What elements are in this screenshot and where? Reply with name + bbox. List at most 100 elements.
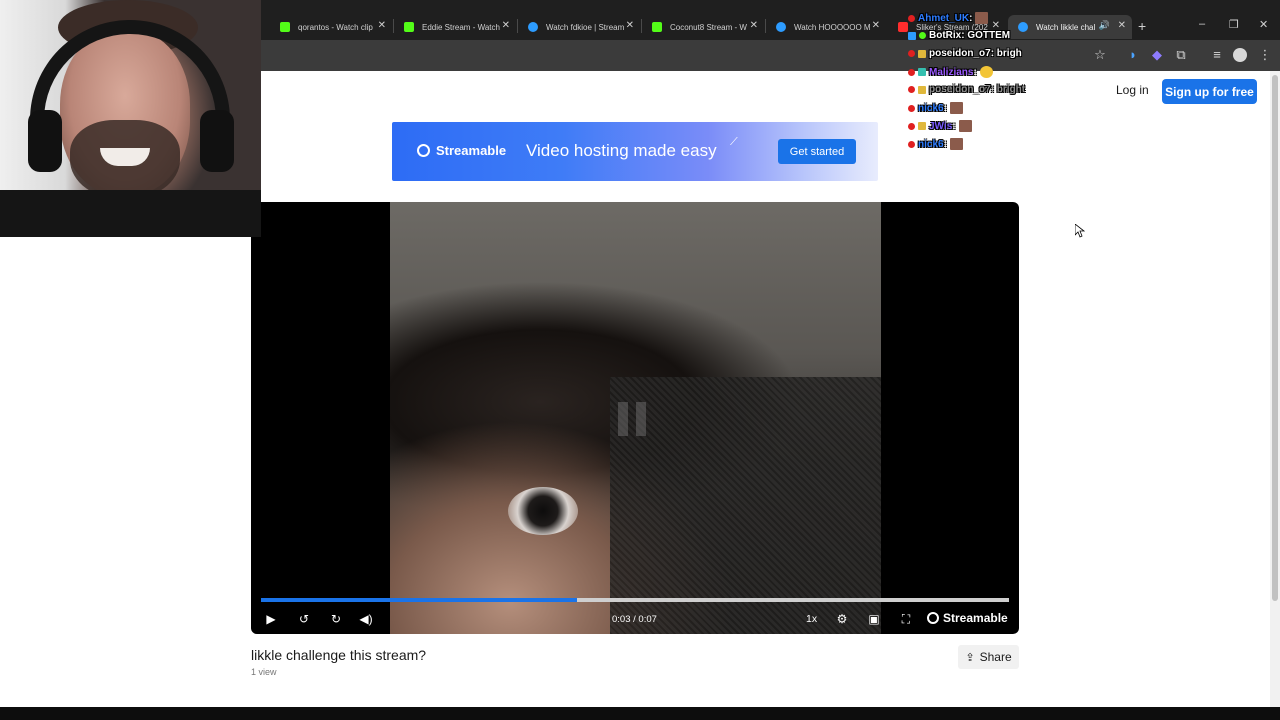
close-icon[interactable]: ✕ bbox=[502, 20, 510, 31]
play-icon[interactable]: ▶ bbox=[262, 610, 280, 628]
streamable-icon bbox=[1018, 22, 1028, 32]
bot-badge-icon bbox=[908, 31, 916, 40]
chat-message: BotRix : GOTTEM bbox=[908, 30, 1010, 41]
forward-icon[interactable]: ↻ bbox=[327, 610, 345, 628]
tab-label: qorantos - Watch clip bbox=[298, 22, 373, 32]
chat-user: poseidon_o7 bbox=[929, 84, 991, 95]
window-close-button[interactable]: ✕ bbox=[1259, 18, 1268, 31]
emote-icon bbox=[949, 102, 963, 114]
chat-user: BotRix bbox=[929, 30, 962, 41]
close-icon[interactable]: ✕ bbox=[1118, 20, 1126, 31]
chat-user: nick6 bbox=[918, 138, 944, 150]
video-progress-fill bbox=[261, 598, 577, 602]
chat-message: nick6 : bbox=[908, 102, 963, 114]
headset-right-cup bbox=[200, 110, 234, 172]
browser-tab[interactable]: Coconut8 Stream - W ✕ bbox=[642, 15, 764, 39]
profile-avatar[interactable] bbox=[1233, 48, 1247, 62]
extension-shield-icon[interactable]: ◆ bbox=[1149, 47, 1165, 63]
chat-user: Ahmet_UK bbox=[918, 12, 970, 24]
extension-icon[interactable]: ◗ bbox=[1125, 47, 1141, 63]
chat-message: poseidon_o7 : brigh bbox=[908, 48, 1022, 59]
emote-icon bbox=[975, 12, 989, 24]
browser-tab[interactable]: Eddie Stream - Watch ✕ bbox=[394, 15, 516, 39]
get-started-button[interactable]: Get started bbox=[778, 139, 856, 164]
chat-message: poseidon_o7 : bright bbox=[908, 84, 1025, 95]
sub-badge-icon bbox=[918, 122, 926, 130]
signup-button[interactable]: Sign up for free bbox=[1162, 79, 1257, 104]
player-brand-label: Streamable bbox=[943, 611, 1008, 625]
badge-icon bbox=[908, 140, 915, 148]
chat-text: : bbox=[943, 138, 947, 150]
new-tab-button[interactable]: + bbox=[1138, 18, 1146, 34]
chat-message: Malizians : bbox=[908, 66, 993, 78]
sub-badge-icon bbox=[918, 68, 926, 76]
share-button[interactable]: ⇪ Share bbox=[958, 645, 1019, 669]
chat-message: JWis : bbox=[908, 120, 972, 132]
extensions-puzzle-icon[interactable]: ⧉ bbox=[1173, 47, 1189, 63]
tab-label: Watch HOOOOOO M bbox=[794, 22, 871, 32]
sub-badge-icon bbox=[918, 49, 926, 58]
close-icon[interactable]: ✕ bbox=[750, 20, 758, 31]
player-brand-link[interactable]: Streamable bbox=[927, 611, 1008, 625]
verified-badge-icon bbox=[919, 32, 926, 39]
rewind-icon[interactable]: ↺ bbox=[295, 610, 313, 628]
chat-user: poseidon_o7 bbox=[929, 48, 991, 59]
browser-tab[interactable]: qorantos - Watch clip ✕ bbox=[270, 15, 392, 39]
player-controls: ▶ ↺ ↻ ◀) 0:03 / 0:07 1x ⚙ ▣ ⛶ Streamable bbox=[251, 606, 1019, 634]
maximize-button[interactable]: ❐ bbox=[1229, 18, 1239, 31]
minimize-button[interactable]: – bbox=[1199, 18, 1205, 30]
browser-tab-active[interactable]: Watch likkle chal 🔊 ✕ bbox=[1008, 15, 1132, 39]
scrollbar-thumb[interactable] bbox=[1272, 75, 1278, 601]
emote-icon bbox=[949, 138, 963, 150]
badge-icon bbox=[908, 14, 915, 22]
fullscreen-icon[interactable]: ⛶ bbox=[897, 610, 915, 628]
browser-tab[interactable]: Watch HOOOOOO M ✕ bbox=[766, 15, 886, 39]
close-icon[interactable]: ✕ bbox=[872, 20, 880, 31]
mouse-cursor-icon bbox=[1075, 224, 1085, 238]
streamable-icon bbox=[528, 22, 538, 32]
close-icon[interactable]: ✕ bbox=[378, 20, 386, 31]
video-player[interactable]: ▶ ↺ ↻ ◀) 0:03 / 0:07 1x ⚙ ▣ ⛶ Streamable bbox=[251, 202, 1019, 634]
badge-icon bbox=[908, 104, 915, 112]
video-frame[interactable] bbox=[390, 202, 881, 634]
media-queue-icon[interactable]: ≡ bbox=[1209, 47, 1225, 63]
video-background-mesh bbox=[610, 377, 881, 634]
chat-message: Ahmet_UK : bbox=[908, 12, 989, 24]
chat-text: : bbox=[952, 120, 956, 132]
banner-brand: Streamable bbox=[436, 143, 507, 158]
picture-in-picture-icon[interactable]: ▣ bbox=[865, 610, 883, 628]
playback-speed-button[interactable]: 1x bbox=[806, 613, 817, 625]
ad-banner[interactable]: Streamable Video hosting made easy ⟋ Get… bbox=[392, 122, 878, 181]
screen: qorantos - Watch clip ✕ Eddie Stream - W… bbox=[0, 0, 1280, 720]
sub-badge-icon bbox=[918, 85, 926, 94]
taskbar-strip bbox=[0, 707, 1280, 720]
chat-user: JWis bbox=[929, 120, 953, 132]
pause-icon[interactable] bbox=[618, 402, 648, 436]
login-link[interactable]: Log in bbox=[1116, 83, 1149, 99]
chat-message: nick6 : bbox=[908, 138, 963, 150]
bookmark-star-icon[interactable]: ☆ bbox=[1092, 47, 1108, 63]
badge-icon bbox=[908, 86, 915, 93]
video-progress-bar[interactable] bbox=[261, 598, 1009, 602]
video-title: likkle challenge this stream? bbox=[251, 647, 427, 663]
headset-left-cup bbox=[28, 110, 62, 172]
banner-logo: Streamable bbox=[417, 143, 506, 158]
chat-user: nick6 bbox=[918, 102, 944, 114]
close-icon[interactable]: ✕ bbox=[626, 20, 634, 31]
settings-gear-icon[interactable]: ⚙ bbox=[833, 610, 851, 628]
youtube-icon bbox=[898, 22, 908, 32]
kick-icon bbox=[404, 22, 414, 32]
sparkle-icon: ⟋ bbox=[730, 136, 738, 148]
chat-user: Malizians bbox=[929, 66, 974, 78]
video-time: 0:03 / 0:07 bbox=[612, 614, 657, 625]
chat-text: : bright bbox=[990, 84, 1026, 95]
speaker-icon[interactable]: 🔊 bbox=[1099, 20, 1110, 31]
tab-label: Watch likkle chal bbox=[1036, 22, 1096, 32]
page-scrollbar[interactable] bbox=[1270, 71, 1280, 707]
menu-icon[interactable]: ⋮ bbox=[1257, 47, 1273, 63]
laughing-emote-icon bbox=[979, 66, 993, 78]
view-count: 1 view bbox=[251, 667, 277, 677]
browser-tab[interactable]: Watch fdkioe | Stream ✕ bbox=[518, 15, 640, 39]
kick-icon bbox=[280, 22, 290, 32]
volume-icon[interactable]: ◀) bbox=[357, 610, 375, 628]
